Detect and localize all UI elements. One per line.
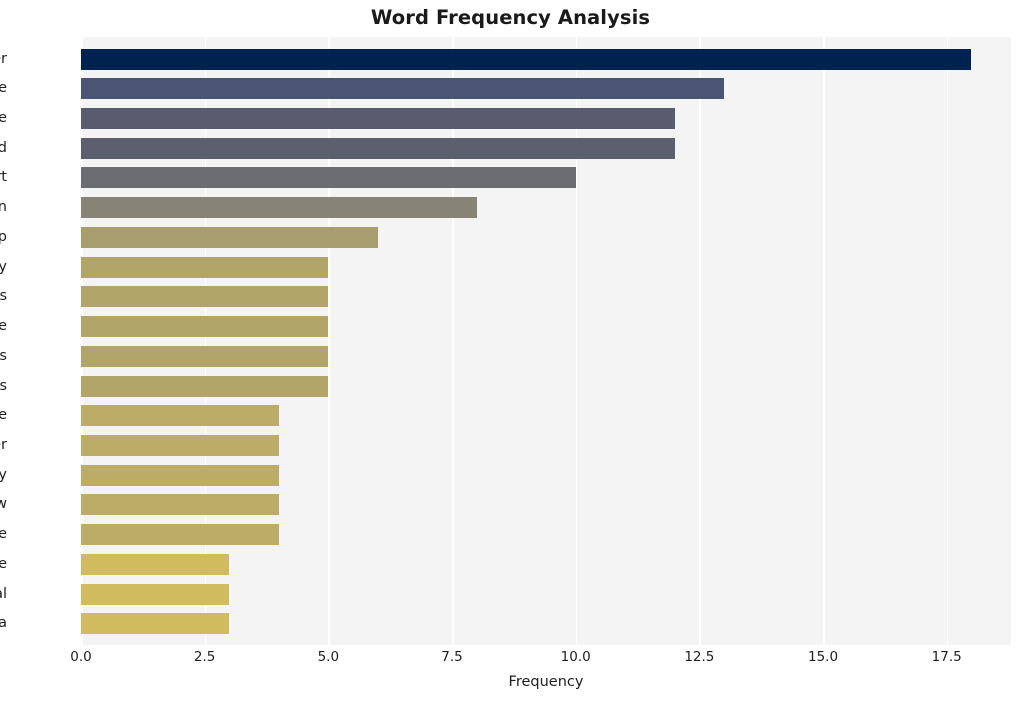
y-axis-tick-label: time: [0, 80, 7, 97]
y-axis-tick-label: spend: [0, 139, 7, 156]
chart-figure: Word Frequency Analysis officer time polic…: [0, 0, 1021, 701]
bar: [81, 345, 329, 367]
bar: [81, 405, 279, 427]
chart-title: Word Frequency Analysis: [370, 6, 651, 29]
y-axis-tick-label: report: [0, 169, 7, 186]
y-axis-tick-label: lethal: [0, 585, 7, 602]
gridline: [699, 37, 701, 645]
y-axis-tick-label: try: [0, 466, 7, 483]
bar: [81, 375, 329, 397]
bar: [81, 167, 576, 189]
x-axis-tick-label: 15.0: [807, 649, 839, 665]
x-axis-tick-label: 0.0: [70, 649, 92, 665]
bar: [81, 524, 279, 546]
y-axis-tick-label: crime: [0, 526, 7, 543]
bar: [81, 464, 279, 486]
plot-area: [81, 37, 1011, 645]
bar: [81, 78, 725, 100]
bar: [81, 494, 279, 516]
bar: [81, 48, 972, 70]
y-axis-tick-label: body: [0, 258, 7, 275]
y-axis-tick-label: free: [0, 555, 7, 572]
bar: [81, 286, 329, 308]
y-axis-tick-label: like: [0, 318, 7, 335]
y-axis-tick-label: agencies: [0, 347, 7, 364]
bar: [81, 435, 279, 456]
bar: [81, 316, 329, 338]
bar: [81, 613, 230, 635]
x-axis-tick-label: 5.0: [317, 649, 340, 665]
gridline: [823, 37, 825, 645]
gridline: [946, 37, 949, 645]
bar: [81, 256, 329, 278]
y-axis-tick-label: axon: [0, 199, 7, 216]
y-axis-tick-label: taser: [0, 437, 7, 453]
y-axis-tick-label: data: [0, 615, 7, 632]
x-axis-tick-label: 10.0: [560, 649, 591, 665]
y-axis-tick-label: cameras: [0, 288, 7, 305]
bar: [81, 583, 230, 605]
y-axis-tick-label: allow: [0, 496, 7, 513]
x-axis-tick-label: 12.5: [684, 649, 715, 665]
bar: [81, 137, 675, 159]
bar: [81, 226, 378, 248]
bar: [81, 553, 230, 575]
y-axis-tick-label: officer: [0, 50, 7, 67]
x-axis-tick-label: 7.5: [441, 649, 463, 665]
y-axis-tick-label: theres: [0, 377, 7, 394]
x-axis-title: Frequency: [508, 674, 584, 690]
x-axis-tick-label: 17.5: [931, 649, 962, 665]
bar: [81, 197, 477, 219]
y-axis-tick-label: cop: [0, 228, 7, 245]
y-axis-tick-label: police: [0, 109, 7, 126]
y-axis-tick-label: write: [0, 407, 7, 424]
bar: [81, 107, 675, 129]
x-axis-tick-label: 2.5: [193, 649, 216, 665]
